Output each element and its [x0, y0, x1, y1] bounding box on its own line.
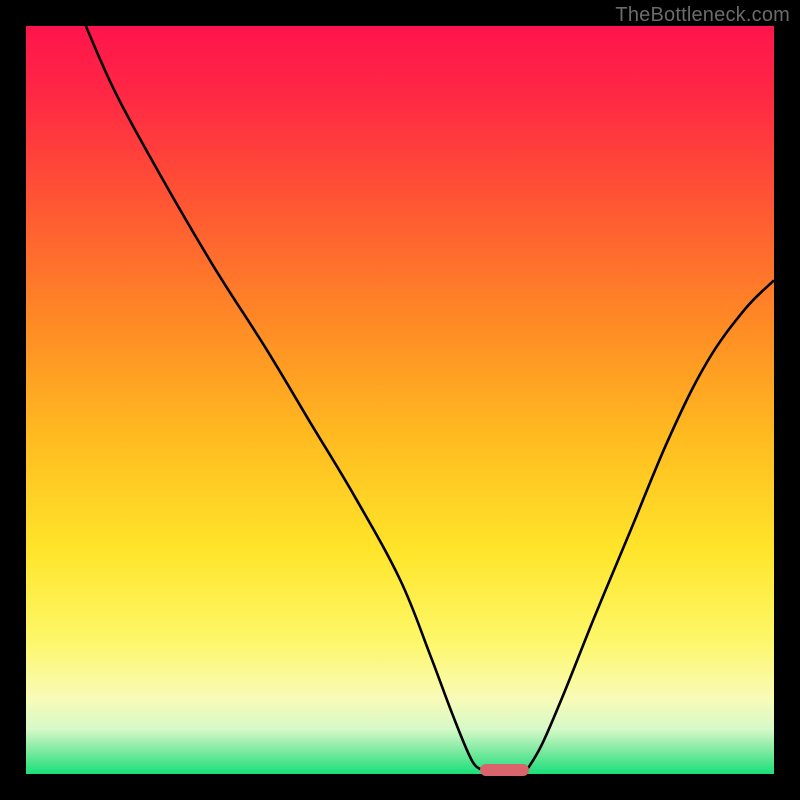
- watermark-text: TheBottleneck.com: [615, 4, 790, 27]
- bottleneck-marker-pill: [480, 764, 529, 776]
- chart-frame: TheBottleneck.com: [0, 0, 800, 800]
- plot-area: [26, 26, 774, 774]
- curve-right-branch: [527, 280, 774, 769]
- curve-left-branch: [86, 26, 481, 770]
- bottleneck-curve: [26, 26, 774, 774]
